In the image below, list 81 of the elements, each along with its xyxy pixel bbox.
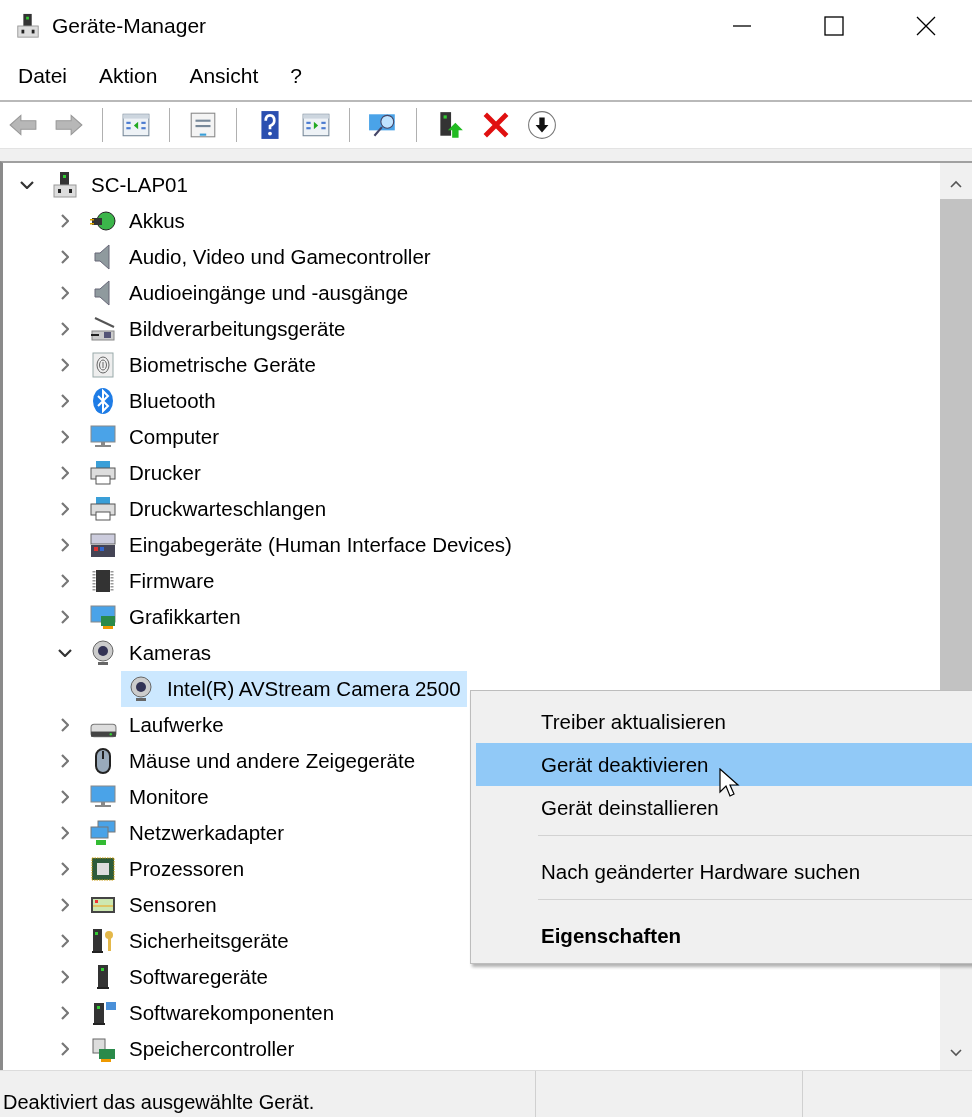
tree-item[interactable]: Speichercontroller — [83, 1031, 301, 1067]
computer-icon — [15, 13, 41, 39]
chevron-right-icon — [61, 1042, 69, 1056]
chevron-right-icon — [61, 862, 69, 876]
monitor-card-icon — [89, 603, 117, 631]
tree-item[interactable]: Sicherheitsgeräte — [83, 923, 295, 959]
down-arrow-circle-icon — [527, 110, 557, 140]
tree-item[interactable]: Softwaregeräte — [83, 959, 275, 995]
chevron-right-icon — [61, 466, 69, 480]
chevron-right-icon — [61, 250, 69, 264]
chevron-right-icon — [61, 394, 69, 408]
tree-item[interactable]: Intel(R) AVStream Camera 2500 — [121, 671, 467, 707]
processor-icon — [89, 855, 117, 883]
mouse-pointer-icon — [719, 768, 741, 800]
computer-icon — [51, 171, 79, 199]
chevron-right-icon — [61, 430, 69, 444]
chevron-right-icon — [61, 574, 69, 588]
tree-item[interactable]: Sensoren — [83, 887, 223, 923]
menu-bar-item[interactable]: Ansicht — [180, 60, 268, 92]
chevron-right-icon — [61, 358, 69, 372]
chevron-right-icon — [61, 1006, 69, 1020]
chevron-right-icon — [61, 754, 69, 768]
tree-item[interactable]: Prozessoren — [83, 851, 251, 887]
chevron-right-icon — [61, 286, 69, 300]
keyboard-icon — [89, 531, 117, 559]
chevron-right-icon — [61, 790, 69, 804]
menu-item[interactable]: Treiber aktualisieren — [476, 700, 972, 743]
menu-item[interactable]: Gerät deaktivieren — [476, 743, 972, 786]
network-icon — [89, 819, 117, 847]
chevron-right-icon — [61, 214, 69, 228]
x-mark-icon — [481, 110, 511, 140]
tree-item[interactable]: Bildverarbeitungsgeräte — [83, 311, 352, 347]
menu-item[interactable]: Gerät deinstallieren — [476, 786, 972, 829]
chevron-right-icon — [61, 502, 69, 516]
scanner-icon — [89, 315, 117, 343]
status-text: Deaktiviert das ausgewählte Gerät. — [3, 1091, 315, 1114]
menu-item[interactable]: Nach geänderter Hardware suchen — [476, 850, 972, 893]
tree-item[interactable]: Mäuse und andere Zeigegeräte — [83, 743, 422, 779]
tree-item[interactable]: Grafikkarten — [83, 599, 247, 635]
chevron-right-icon — [61, 718, 69, 732]
tree-item[interactable]: Biometrische Geräte — [83, 347, 322, 383]
fingerprint-icon — [89, 351, 117, 379]
menu-bar-item[interactable]: Datei — [9, 60, 77, 92]
drive-icon — [90, 722, 117, 738]
chevron-right-icon — [61, 970, 69, 984]
webcam-icon — [89, 639, 117, 667]
printer-icon — [89, 459, 117, 487]
chevron-right-icon — [61, 934, 69, 948]
close-icon — [916, 16, 936, 36]
window-title: Geräte-Manager — [52, 14, 207, 38]
tree-item[interactable]: Netzwerkadapter — [83, 815, 290, 851]
controller-icon — [89, 1035, 117, 1063]
tree-item[interactable]: Kameras — [83, 635, 218, 671]
tree-item[interactable]: Eingabegeräte (Human Interface Devices) — [83, 527, 518, 563]
tree-item[interactable]: Druckwarteschlangen — [83, 491, 333, 527]
tree-item[interactable]: Softwarekomponenten — [83, 995, 341, 1031]
maximize-icon — [824, 16, 844, 36]
chevron-down-icon — [58, 649, 72, 657]
tree-item[interactable]: Bluetooth — [83, 383, 222, 419]
menu-item[interactable]: Eigenschaften — [476, 914, 972, 957]
tree-item[interactable]: Akkus — [83, 203, 191, 239]
tree-item[interactable]: Audioeingänge und -ausgänge — [83, 275, 415, 311]
chevron-down-icon — [20, 181, 34, 189]
chevron-right-icon — [61, 610, 69, 624]
webcam-icon — [127, 675, 155, 703]
printer-icon — [89, 495, 117, 523]
chevron-right-icon — [61, 322, 69, 336]
tree-item[interactable]: Monitore — [83, 779, 215, 815]
tree-item[interactable]: Audio, Video und Gamecontroller — [83, 239, 437, 275]
tree-item[interactable]: Firmware — [83, 563, 221, 599]
menu-bar-item[interactable]: ? — [281, 60, 311, 92]
tree-item[interactable]: Computer — [83, 419, 225, 455]
chevron-right-icon — [61, 826, 69, 840]
minimize-icon — [733, 25, 751, 27]
properties-icon — [188, 110, 218, 140]
tree-item[interactable]: SC-LAP01 — [45, 167, 194, 203]
chevron-right-icon — [61, 898, 69, 912]
chevron-right-icon — [61, 538, 69, 552]
tree-item[interactable]: Laufwerke — [83, 707, 230, 743]
tree-item[interactable]: Drucker — [83, 455, 207, 491]
menu-bar-item[interactable]: Aktion — [90, 60, 167, 92]
